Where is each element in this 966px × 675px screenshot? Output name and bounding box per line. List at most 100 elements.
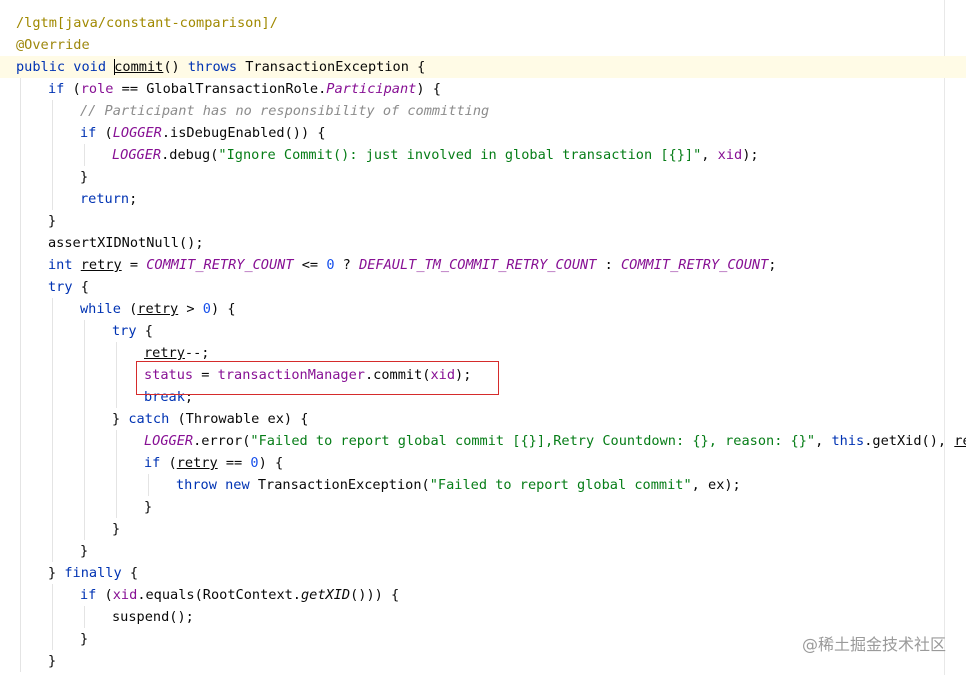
code-token: } <box>144 499 153 515</box>
code-token: () <box>163 59 188 75</box>
code-line[interactable]: LOGGER.debug("Ignore Commit(): just invo… <box>0 144 966 166</box>
code-line[interactable]: } <box>0 496 966 518</box>
code-line[interactable]: assertXIDNotNull(); <box>0 232 966 254</box>
code-token: ( <box>160 455 177 471</box>
code-line[interactable]: while (retry > 0) { <box>0 298 966 320</box>
code-token: Participant <box>326 81 417 97</box>
code-token: ( <box>96 125 113 141</box>
code-token: .debug( <box>161 147 219 163</box>
code-token: retry <box>80 257 122 273</box>
code-editor[interactable]: /lgtm[java/constant-comparison]/ @Overrid… <box>0 0 966 675</box>
code-token: LOGGER <box>112 125 162 141</box>
code-token: if <box>80 587 97 603</box>
code-token: xid <box>112 587 138 603</box>
code-token: commit <box>114 59 164 75</box>
code-token: ())) { <box>350 587 400 603</box>
code-token: COMMIT_RETRY_COUNT <box>620 257 769 273</box>
code-line[interactable]: } <box>0 210 966 232</box>
code-token: } <box>112 521 121 537</box>
code-token: TransactionException( <box>249 477 430 493</box>
code-token: if <box>80 125 97 141</box>
code-token: getXID <box>301 587 351 603</box>
code-line[interactable]: } catch (Throwable ex) { <box>0 408 966 430</box>
code-line[interactable]: public void commit() throws TransactionE… <box>0 56 966 78</box>
code-line[interactable]: throw new TransactionException("Failed t… <box>0 474 966 496</box>
code-line[interactable]: if (retry == 0) { <box>0 452 966 474</box>
code-token: ( <box>96 587 113 603</box>
code-token: throw <box>176 477 217 493</box>
code-token: "Failed to report global commit [{}],Ret… <box>250 433 816 449</box>
code-token: catch <box>128 411 170 427</box>
code-line[interactable]: if (role == GlobalTransactionRole.Partic… <box>0 78 966 100</box>
code-token: } <box>48 213 57 229</box>
code-line[interactable]: return; <box>0 188 966 210</box>
code-token: , <box>815 433 832 449</box>
code-token: ? <box>334 257 360 273</box>
code-token: assertXIDNotNull(); <box>48 235 204 251</box>
highlight-box <box>136 361 499 395</box>
code-line[interactable]: if (xid.equals(RootContext.getXID())) { <box>0 584 966 606</box>
code-token: --; <box>184 345 210 361</box>
code-token: } <box>48 653 57 669</box>
code-token: new <box>225 477 250 493</box>
code-token: 0 <box>202 301 211 317</box>
code-token: ; <box>129 191 138 207</box>
code-token: } <box>80 543 89 559</box>
code-token: try <box>48 279 73 295</box>
code-token: LOGGER <box>144 433 194 449</box>
code-line[interactable]: LOGGER.error("Failed to report global co… <box>0 430 966 452</box>
code-token: void <box>73 59 107 75</box>
code-line[interactable]: int retry = COMMIT_RETRY_COUNT <= 0 ? DE… <box>0 254 966 276</box>
code-token: = <box>121 257 147 273</box>
code-token: .getXid(), <box>864 433 955 449</box>
code-line[interactable]: } finally { <box>0 562 966 584</box>
code-token: retr <box>954 433 966 449</box>
code-token: ) { <box>258 455 284 471</box>
code-token: } <box>80 169 89 185</box>
code-token: while <box>80 301 121 317</box>
code-token: int <box>48 257 73 273</box>
code-token: finally <box>64 565 122 581</box>
code-token: <= <box>293 257 327 273</box>
code-token: LOGGER <box>112 147 162 163</box>
code-token: ) { <box>210 301 236 317</box>
code-line[interactable]: // Participant has no responsibility of … <box>0 100 966 122</box>
code-token: .isDebugEnabled()) { <box>161 125 326 141</box>
code-token: this <box>831 433 865 449</box>
code-token: "Failed to report global commit" <box>429 477 692 493</box>
code-token: .equals(RootContext. <box>137 587 301 603</box>
code-token: "Ignore Commit(): just involved in globa… <box>218 147 702 163</box>
code-token: } <box>80 631 89 647</box>
code-token: retry <box>137 301 179 317</box>
code-line[interactable]: try { <box>0 320 966 342</box>
code-line[interactable]: } <box>0 540 966 562</box>
code-token: TransactionException { <box>237 59 426 75</box>
code-token: try <box>112 323 137 339</box>
code-token: role <box>80 81 114 97</box>
code-token: /lgtm[java/constant-comparison]/ <box>16 15 278 31</box>
code-token: public <box>16 59 66 75</box>
code-line[interactable]: @Override <box>0 34 966 56</box>
code-token: { <box>121 565 139 581</box>
code-token: retry <box>176 455 218 471</box>
code-token: COMMIT_RETRY_COUNT <box>146 257 294 273</box>
watermark: @稀土掘金技术社区 <box>801 635 946 654</box>
code-token: : <box>596 257 621 273</box>
code-token: ; <box>768 257 777 273</box>
code-token: .error( <box>193 433 251 449</box>
code-line[interactable]: suspend(); <box>0 606 966 628</box>
code-token: DEFAULT_TM_COMMIT_RETRY_COUNT <box>359 257 597 273</box>
code-line[interactable]: } <box>0 518 966 540</box>
code-line[interactable]: /lgtm[java/constant-comparison]/ <box>0 12 966 34</box>
code-token: { <box>136 323 153 339</box>
code-line[interactable]: if (LOGGER.isDebugEnabled()) { <box>0 122 966 144</box>
code-token: @Override <box>16 37 90 53</box>
code-token: } <box>112 411 129 427</box>
code-token: ( <box>120 301 138 317</box>
code-token: ( <box>64 81 81 97</box>
code-token: // Participant has no responsibility of … <box>80 103 490 119</box>
code-line[interactable]: try { <box>0 276 966 298</box>
code-line[interactable]: } <box>0 166 966 188</box>
